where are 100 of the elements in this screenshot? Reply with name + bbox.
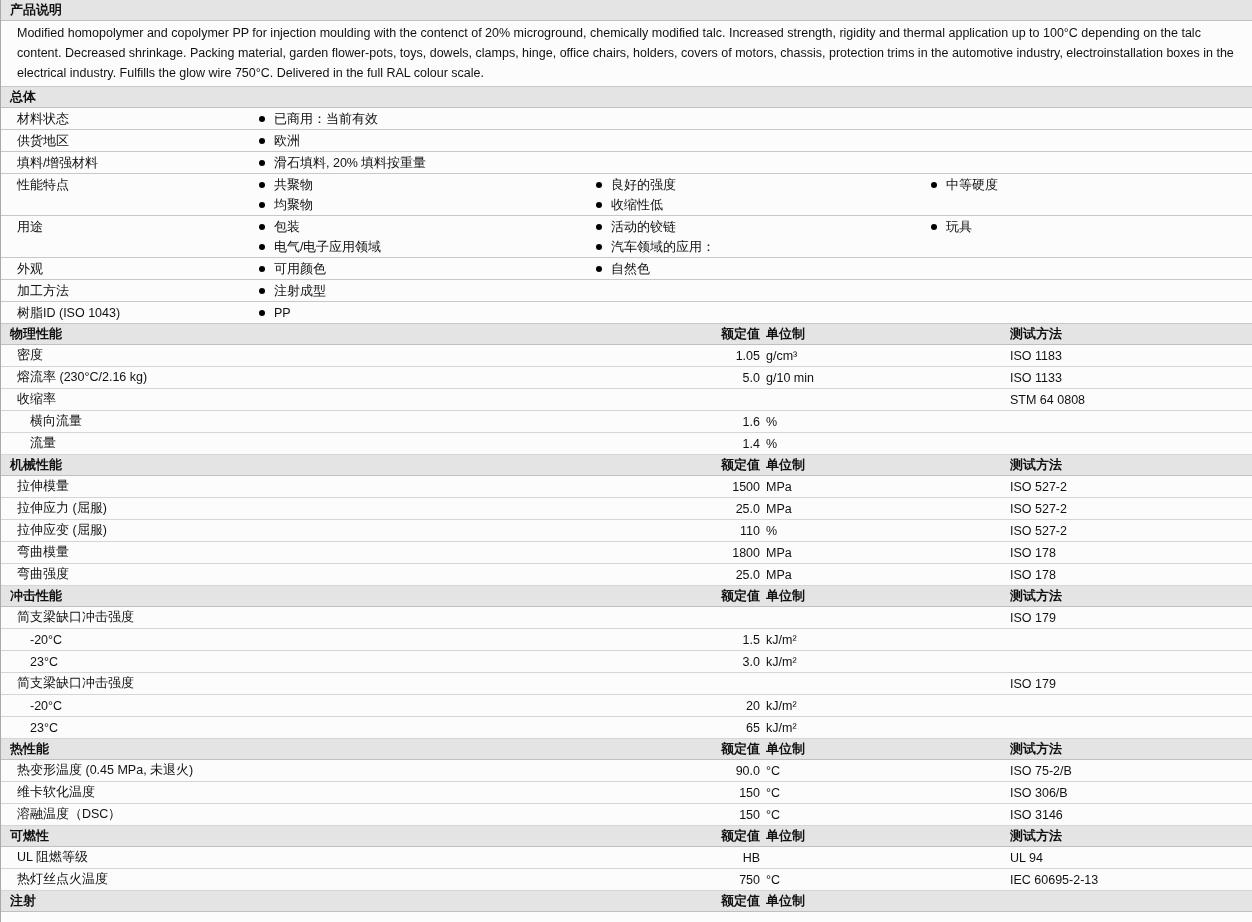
unit-text: MPa [766, 501, 792, 516]
test-method: ISO 179 [1010, 676, 1056, 691]
property-label: 热变形温度 (0.45 MPa, 未退火) [17, 763, 194, 777]
bullet-icon [259, 138, 265, 144]
unit-text: kJ/m² [766, 698, 797, 713]
property-label: 密度 [17, 348, 43, 362]
test-method: ISO 3146 [1010, 807, 1063, 822]
column-header: 额定值 [721, 741, 760, 756]
property-label: 简支梁缺口冲击强度 [17, 610, 134, 624]
unit-text: kJ/m² [766, 632, 797, 647]
unit-text: °C [766, 872, 781, 887]
unit-text: % [766, 436, 778, 451]
section-title: 注射 [10, 892, 37, 910]
property-value: 150 [739, 807, 760, 822]
bullet-icon [596, 266, 602, 272]
bullet-icon [259, 266, 265, 272]
list-item-text: 包装 [274, 219, 300, 235]
list-item-text: 汽车领域的应用： [611, 239, 715, 255]
test-method: IEC 60695-2-13 [1010, 872, 1099, 887]
column-header: 额定值 [721, 326, 760, 341]
unit-text: MPa [766, 545, 792, 560]
test-method: ISO 527-2 [1010, 501, 1067, 516]
unit-text: g/10 min [766, 370, 814, 385]
column-header: 测试方法 [1010, 457, 1062, 472]
unit-text: MPa [766, 479, 792, 494]
bullet-icon [259, 202, 265, 208]
section-title: 总体 [10, 88, 36, 106]
bullet-icon [259, 160, 265, 166]
list-item-text: 欧洲 [274, 133, 300, 149]
property-label: 树脂ID (ISO 1043) [17, 305, 122, 321]
list-item-text: 中等硬度 [946, 177, 998, 193]
bullet-icon [596, 224, 602, 230]
list-item-text: 均聚物 [274, 197, 313, 213]
property-value: 90.0 [735, 763, 760, 778]
bullet-icon [259, 224, 265, 230]
test-method: ISO 306/B [1010, 785, 1068, 800]
column-header: 额定值 [721, 588, 760, 603]
column-header: 单位制 [766, 588, 805, 603]
bullet-icon [259, 310, 265, 316]
column-header: 单位制 [766, 893, 805, 908]
property-label: 横向流量 [30, 414, 82, 428]
list-item-text: PP [274, 305, 291, 321]
column-header: 测试方法 [1010, 588, 1062, 603]
section-title: 机械性能 [10, 456, 63, 474]
property-label: 供货地区 [17, 133, 70, 149]
property-value: 1800 [732, 545, 760, 560]
unit-text: g/cm³ [766, 348, 798, 363]
property-value: 1.6 [742, 414, 760, 429]
property-label: 加工方法 [17, 283, 70, 299]
property-value: 110 [740, 523, 760, 538]
column-header: 额定值 [721, 457, 760, 472]
section-title: 产品说明 [10, 1, 62, 19]
test-method: ISO 178 [1010, 545, 1056, 560]
list-item-text: 滑石填料, 20% 填料按重量 [274, 155, 427, 171]
list-item-text: 共聚物 [274, 177, 313, 193]
property-value: 5.0 [742, 370, 760, 385]
column-header: 额定值 [721, 893, 760, 908]
section-title: 物理性能 [10, 325, 63, 343]
property-label: -20°C [30, 632, 63, 647]
unit-text: kJ/m² [766, 654, 797, 669]
bullet-icon [596, 202, 602, 208]
property-label: 填料/增强材料 [17, 155, 100, 171]
bullet-icon [259, 288, 265, 294]
property-label: 23°C [30, 654, 58, 669]
property-label: 23°C [30, 720, 58, 735]
bullet-icon [259, 116, 265, 122]
test-method: ISO 179 [1010, 610, 1056, 625]
bullet-icon [931, 224, 937, 230]
list-item-text: 自然色 [611, 261, 650, 277]
property-label: 收缩率 [17, 392, 56, 406]
property-value: 1.5 [742, 632, 760, 647]
property-label: 弯曲强度 [17, 567, 69, 581]
test-method: UL 94 [1010, 850, 1043, 865]
test-method: STM 64 0808 [1010, 392, 1086, 407]
list-item-text: 电气/电子应用领域 [274, 239, 382, 255]
property-label: 流量 [30, 436, 56, 450]
property-value: 25.0 [735, 501, 760, 516]
column-header: 单位制 [766, 457, 805, 472]
property-value: 1.05 [735, 348, 760, 363]
property-label: 拉伸应力 (屈服) [17, 501, 107, 515]
property-value: 150 [739, 785, 760, 800]
test-method: ISO 75-2/B [1010, 763, 1072, 778]
test-method: ISO 1183 [1010, 348, 1062, 363]
column-header: 单位制 [766, 326, 805, 341]
property-value: 3.0 [742, 654, 760, 669]
unit-text: % [766, 414, 778, 429]
list-item-text: 注射成型 [274, 283, 326, 299]
property-label: 外观 [17, 261, 44, 277]
property-label: 热灯丝点火温度 [17, 872, 108, 886]
column-header: 测试方法 [1010, 326, 1062, 341]
bullet-icon [259, 182, 265, 188]
property-label: 拉伸应变 (屈服) [17, 523, 107, 537]
property-label: 熔流率 (230°C/2.16 kg) [17, 370, 148, 384]
bullet-icon [596, 244, 602, 250]
unit-text: °C [766, 785, 781, 800]
property-label: 用途 [17, 219, 44, 235]
unit-text: °C [766, 807, 781, 822]
column-header: 测试方法 [1010, 741, 1062, 756]
list-item-text: 玩具 [946, 219, 972, 235]
description-text: Modified homopolymer and copolymer PP for injection moulding with the contenct of 20% microground, chemically modified talc. Increased strength, rigidity and thermal application up to 100°C depending on the talc content. Decreased shrinkage. Packing material, garden flower-pots, toys, dowels, clamps, hinge, office chairs, holders, covers of motors, chassis, protection trims in the automotive industry, electroinstallation boxes in the electrical industry. Fulfills the glow wire 750°C. Delivered in the full RAL colour scale. [17, 25, 1235, 82]
